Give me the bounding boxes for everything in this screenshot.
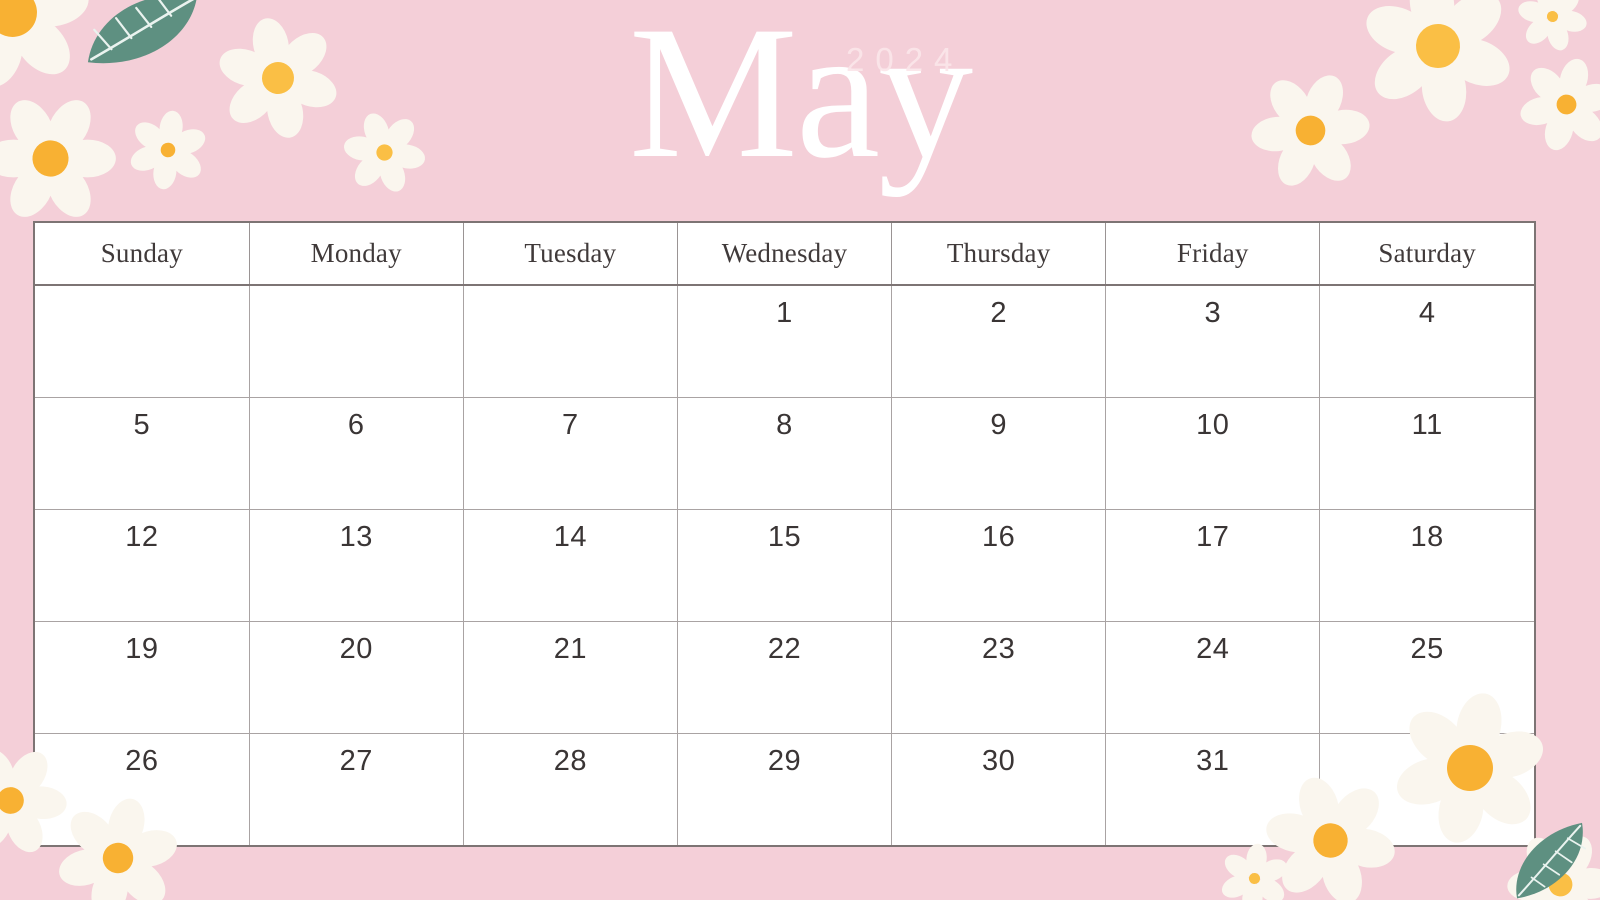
day-number: 24: [1196, 632, 1230, 665]
day-number: 7: [562, 408, 579, 441]
day-cell-1[interactable]: 1: [677, 285, 893, 398]
day-cell-empty[interactable]: [35, 285, 250, 398]
day-cell-29[interactable]: 29: [677, 733, 893, 845]
day-cell-19[interactable]: 19: [35, 621, 250, 734]
day-number: 29: [767, 744, 802, 777]
day-number: 1: [776, 297, 793, 329]
day-cell-28[interactable]: 28: [463, 733, 678, 845]
day-number: 11: [1411, 408, 1443, 441]
day-number: 28: [553, 744, 587, 777]
day-number: 20: [339, 632, 373, 665]
day-number: 15: [767, 520, 802, 553]
day-number: 30: [982, 744, 1016, 777]
day-number: 9: [990, 408, 1007, 441]
day-cell-empty[interactable]: [463, 285, 678, 398]
day-number: 25: [1410, 632, 1444, 665]
week-row: 19 20 21 22 23 24 25: [35, 621, 1534, 734]
week-row: 26 27 28 29 30 31: [35, 733, 1534, 845]
calendar-body: 1 2 3 4 5 6 7 8 9 10 11 12 13 14 15 16 17 18 19 20 21 22 23 24 2…: [35, 285, 1534, 845]
day-cell-31[interactable]: 31: [1105, 733, 1321, 845]
day-number: 6: [347, 408, 365, 441]
year-label: 2024: [846, 41, 964, 78]
day-cell-10[interactable]: 10: [1105, 397, 1321, 510]
day-number: 10: [1196, 408, 1230, 441]
day-cell-30[interactable]: 30: [891, 733, 1107, 845]
weekday-header-thursday: Thursday: [891, 223, 1107, 286]
day-cell-6[interactable]: 6: [249, 397, 464, 510]
day-number: 12: [125, 520, 159, 553]
day-cell-4[interactable]: 4: [1319, 285, 1534, 398]
calendar-page: May 2024 Sunday Monday Tuesday Wednesday Thu…: [0, 0, 1600, 900]
calendar-header-row: Sunday Monday Tuesday Wednesday Thursday Frid…: [35, 223, 1534, 286]
day-cell-23[interactable]: 23: [891, 621, 1107, 734]
day-cell-22[interactable]: 22: [677, 621, 893, 734]
day-number: 13: [339, 520, 373, 553]
day-number: 27: [339, 744, 373, 777]
day-number: 26: [125, 744, 159, 777]
day-number: 14: [553, 520, 587, 553]
weekday-row: Sunday Monday Tuesday Wednesday Thursday Frid…: [35, 223, 1534, 286]
day-cell-8[interactable]: 8: [677, 397, 893, 510]
day-number: 17: [1196, 520, 1230, 553]
weekday-header-friday: Friday: [1105, 223, 1321, 286]
day-number: 16: [982, 520, 1016, 553]
day-number: 5: [133, 408, 151, 441]
day-cell-empty[interactable]: [1319, 733, 1534, 845]
day-cell-empty[interactable]: [249, 285, 464, 398]
day-number: 3: [1204, 297, 1222, 329]
day-number: 19: [125, 632, 159, 665]
day-cell-24[interactable]: 24: [1105, 621, 1321, 734]
day-cell-16[interactable]: 16: [891, 509, 1107, 622]
calendar-grid: Sunday Monday Tuesday Wednesday Thursday Frid…: [33, 221, 1536, 847]
title-block: May 2024: [450, 0, 1150, 222]
daisy-flower-icon: [1216, 840, 1292, 900]
day-number: 4: [1418, 297, 1436, 329]
day-cell-21[interactable]: 21: [463, 621, 678, 734]
weekday-header-monday: Monday: [249, 223, 464, 286]
day-number: 8: [776, 408, 793, 441]
day-cell-25[interactable]: 25: [1319, 621, 1534, 734]
day-number: 2: [990, 297, 1007, 329]
day-cell-18[interactable]: 18: [1319, 509, 1534, 622]
day-cell-12[interactable]: 12: [35, 509, 250, 622]
day-cell-7[interactable]: 7: [463, 397, 678, 510]
day-cell-11[interactable]: 11: [1319, 397, 1534, 510]
day-cell-15[interactable]: 15: [677, 509, 893, 622]
weekday-header-tuesday: Tuesday: [463, 223, 678, 286]
day-cell-27[interactable]: 27: [249, 733, 464, 845]
day-cell-3[interactable]: 3: [1105, 285, 1321, 398]
week-row: 5 6 7 8 9 10 11: [35, 397, 1534, 510]
day-cell-17[interactable]: 17: [1105, 509, 1321, 622]
weekday-header-saturday: Saturday: [1319, 223, 1534, 286]
week-row: 12 13 14 15 16 17 18: [35, 509, 1534, 622]
weekday-header-wednesday: Wednesday: [677, 223, 893, 286]
day-number: 21: [553, 632, 587, 665]
day-cell-20[interactable]: 20: [249, 621, 464, 734]
day-number: 23: [982, 632, 1016, 665]
day-cell-13[interactable]: 13: [249, 509, 464, 622]
day-number: 31: [1196, 744, 1230, 777]
calendar-header: May 2024: [0, 0, 1600, 222]
day-cell-9[interactable]: 9: [891, 397, 1107, 510]
day-cell-2[interactable]: 2: [891, 285, 1107, 398]
day-cell-26[interactable]: 26: [35, 733, 250, 845]
weekday-header-sunday: Sunday: [35, 223, 250, 286]
calendar-table: Sunday Monday Tuesday Wednesday Thursday Frid…: [35, 223, 1534, 845]
day-cell-5[interactable]: 5: [35, 397, 250, 510]
month-title: May: [628, 0, 973, 198]
week-row: 1 2 3 4: [35, 285, 1534, 398]
day-cell-14[interactable]: 14: [463, 509, 678, 622]
day-number: 18: [1410, 520, 1444, 553]
day-number: 22: [767, 632, 802, 665]
